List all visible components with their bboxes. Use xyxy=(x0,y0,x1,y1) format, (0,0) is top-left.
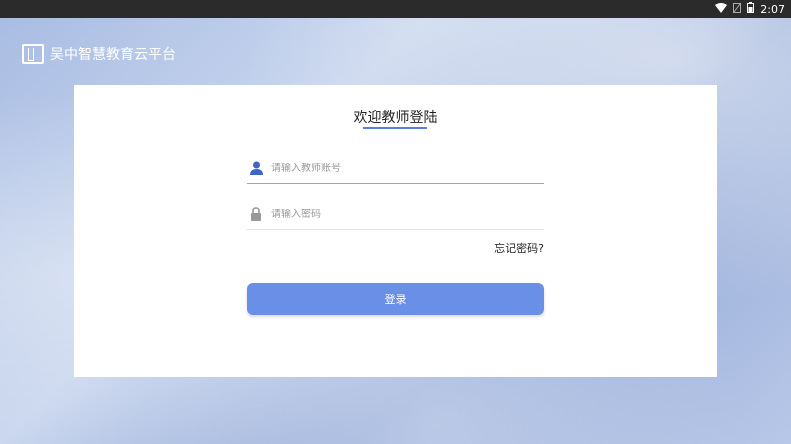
user-icon xyxy=(249,160,263,176)
login-card: 欢迎教师登陆 忘记密码? 登录 xyxy=(74,85,717,377)
status-time: 2:07 xyxy=(760,2,785,16)
login-button[interactable]: 登录 xyxy=(247,283,544,315)
battery-icon xyxy=(747,2,755,16)
account-input[interactable] xyxy=(271,162,521,174)
title-underline xyxy=(363,127,427,129)
wifi-icon xyxy=(715,2,728,16)
password-field[interactable] xyxy=(247,199,544,230)
status-bar: 2:07 xyxy=(0,0,791,18)
account-field[interactable] xyxy=(247,153,544,184)
brand-name: 吴中智慧教育云平台 xyxy=(50,47,176,63)
brand-header: 吴中智慧教育云平台 xyxy=(22,44,176,64)
forgot-password-link[interactable]: 忘记密码? xyxy=(247,240,544,256)
lock-icon xyxy=(249,206,263,222)
status-bar-right: 2:07 xyxy=(715,2,785,16)
password-input[interactable] xyxy=(271,208,521,220)
sim-icon xyxy=(733,2,742,16)
login-title: 欢迎教师登陆 xyxy=(353,110,438,126)
book-logo-icon xyxy=(22,44,44,64)
